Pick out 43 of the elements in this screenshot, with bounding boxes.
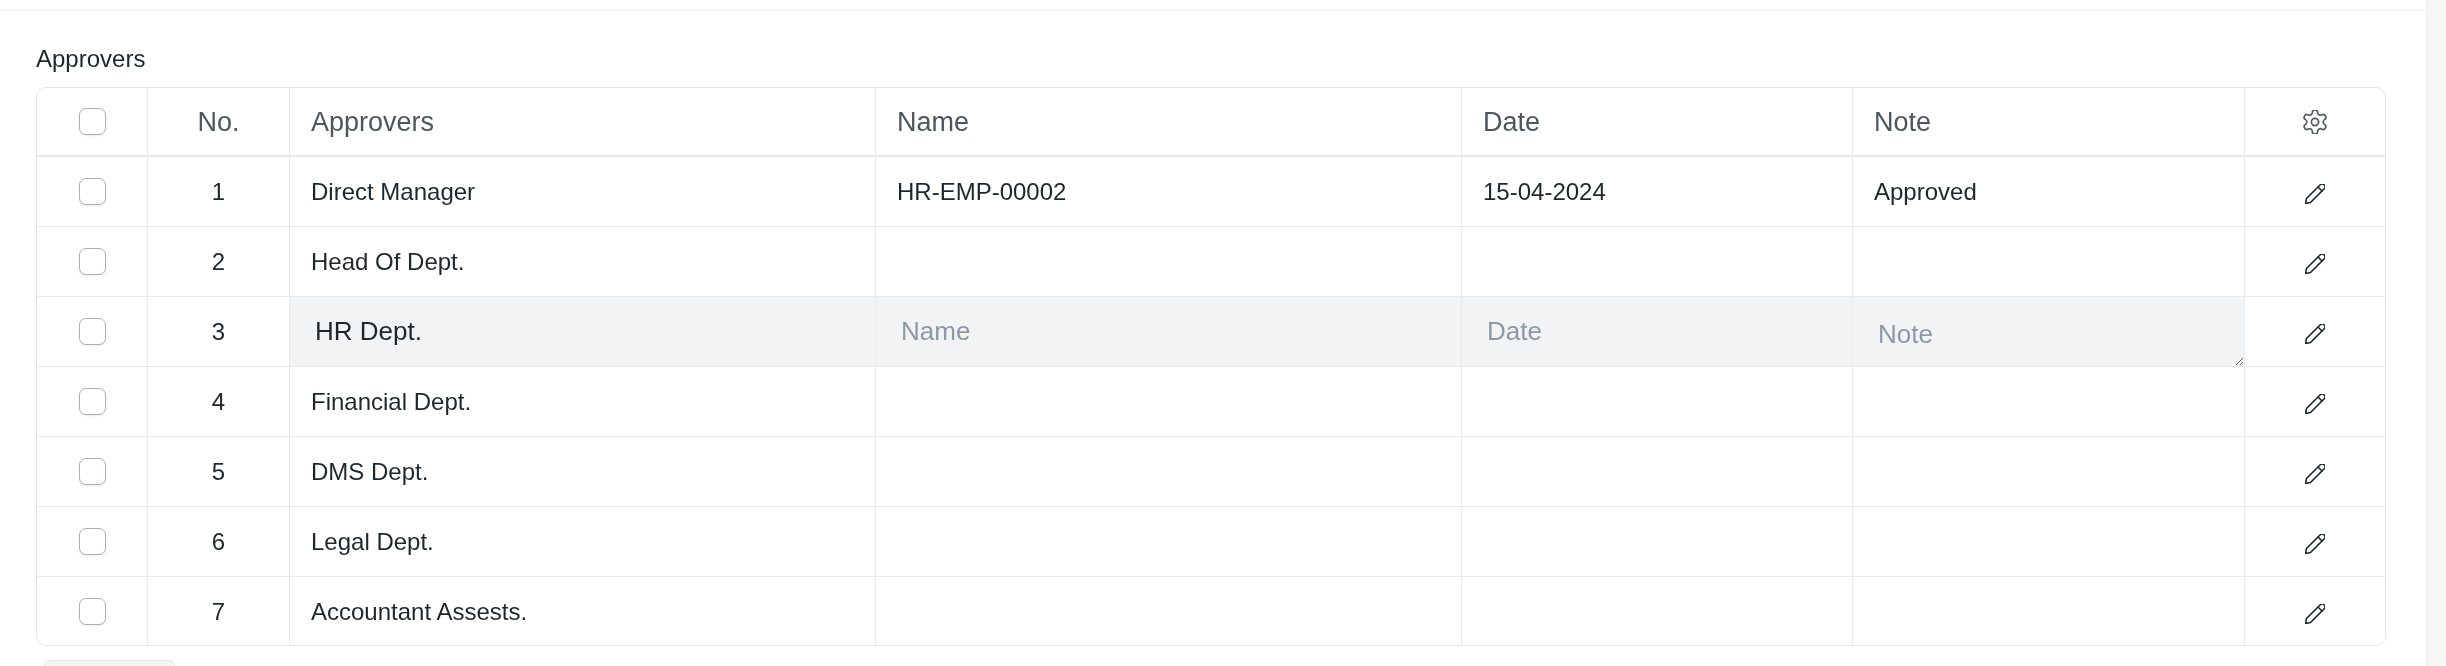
row-number: 6 xyxy=(211,526,226,557)
row-number: 7 xyxy=(211,596,226,627)
row-number: 2 xyxy=(211,246,226,277)
checkbox[interactable] xyxy=(78,388,106,415)
partial-button[interactable] xyxy=(44,660,175,666)
column-heading: Approvers xyxy=(311,105,435,138)
row-number: 5 xyxy=(211,456,226,487)
row-number: 3 xyxy=(211,316,226,347)
edit-icon[interactable] xyxy=(2305,324,2325,344)
column-heading: Note xyxy=(1874,105,1932,138)
settings-icon[interactable] xyxy=(2303,109,2327,134)
checkbox[interactable] xyxy=(78,458,106,485)
approver-label: DMS Dept. xyxy=(311,456,429,487)
column-heading: Date xyxy=(1483,105,1541,138)
approver-label: Financial Dept. xyxy=(311,386,472,417)
edit-icon[interactable] xyxy=(2305,394,2325,414)
employee-id: HR-EMP-00002 xyxy=(897,176,1067,207)
row-number: 1 xyxy=(211,176,226,207)
edit-icon[interactable] xyxy=(2305,254,2325,274)
approver-label: Legal Dept. xyxy=(311,526,434,557)
checkbox[interactable] xyxy=(78,318,106,345)
date-field[interactable]: Date xyxy=(1462,297,1852,366)
edit-icon[interactable] xyxy=(2305,184,2325,204)
column-heading: Name xyxy=(897,105,970,138)
checkbox[interactable] xyxy=(78,248,106,275)
row-number: 4 xyxy=(211,386,226,417)
checkbox[interactable] xyxy=(78,108,106,135)
edit-icon[interactable] xyxy=(2305,464,2325,484)
approver-label: Accountant Assests. xyxy=(311,596,528,627)
column-heading: No. xyxy=(197,105,240,138)
approver-label: Direct Manager xyxy=(311,176,476,207)
section-title: Approvers xyxy=(36,44,146,74)
checkbox[interactable] xyxy=(78,178,106,205)
date-text: 15-04-2024 xyxy=(1483,176,1606,207)
approver-field[interactable]: HR Dept. xyxy=(290,297,875,366)
checkbox[interactable] xyxy=(78,598,106,625)
edit-icon[interactable] xyxy=(2305,534,2325,554)
note-text: Approved xyxy=(1874,176,1977,207)
approver-label: Head Of Dept. xyxy=(311,246,465,277)
name-field[interactable]: Name xyxy=(876,297,1461,366)
note-field[interactable]: Note xyxy=(1853,297,2244,366)
edit-icon[interactable] xyxy=(2305,604,2325,624)
checkbox[interactable] xyxy=(78,528,106,555)
